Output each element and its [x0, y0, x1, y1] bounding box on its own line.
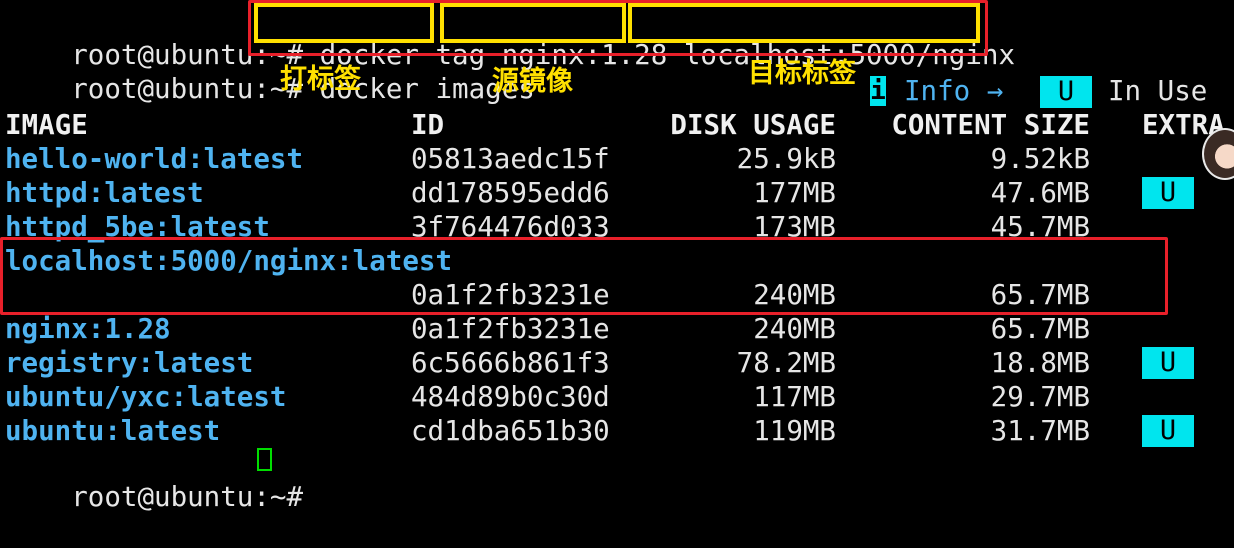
- command-line-prompt[interactable]: root@ubuntu:~#: [5, 446, 320, 513]
- table-row-image: nginx:1.28: [5, 313, 171, 345]
- col-header-disk-usage: DISK USAGE: [670, 109, 836, 141]
- highlight-command-red-box: [248, 0, 988, 56]
- table-row-content: 31.7MB: [990, 415, 1090, 447]
- table-row-disk: 119MB: [753, 415, 836, 447]
- terminal-window[interactable]: root@ubuntu:~# docker tag nginx:1.28 loc…: [0, 0, 1234, 513]
- annotation-target: 目标标签: [748, 58, 856, 89]
- avatar: [1202, 128, 1234, 180]
- table-row-disk: 78.2MB: [736, 347, 836, 379]
- table-row-image: registry:latest: [5, 347, 254, 379]
- legend-in-use-badge: U: [1040, 76, 1092, 108]
- table-row-disk: 177MB: [753, 177, 836, 209]
- annotation-tag: 打标签: [280, 64, 361, 95]
- table-row-content: 29.7MB: [990, 381, 1090, 413]
- legend-info-text: Info →: [904, 75, 1004, 107]
- table-row-content: 18.8MB: [990, 347, 1090, 379]
- annotation-source: 源镜像: [492, 66, 573, 97]
- terminal-cursor: [257, 448, 272, 471]
- col-header-content-size: CONTENT SIZE: [891, 109, 1090, 141]
- info-icon: i: [870, 76, 886, 106]
- table-row-id: cd1dba651b30: [411, 415, 610, 447]
- prompt: root@ubuntu:~#: [71, 481, 320, 513]
- in-use-badge: U: [1142, 415, 1194, 447]
- table-row-id: 05813aedc15f: [411, 143, 610, 175]
- table-row-disk: 240MB: [753, 313, 836, 345]
- table-row-id: 6c5666b861f3: [411, 347, 610, 379]
- table-row-id: 484d89b0c30d: [411, 381, 610, 413]
- table-row-content: 65.7MB: [990, 313, 1090, 345]
- table-row-image: httpd:latest: [5, 177, 204, 209]
- table-row-content: 9.52kB: [990, 143, 1090, 175]
- table-row-disk: 25.9kB: [736, 143, 836, 175]
- col-header-image: IMAGE: [5, 109, 88, 141]
- col-header-id: ID: [411, 109, 445, 141]
- table-row-image: hello-world:latest: [5, 143, 304, 175]
- in-use-badge: U: [1142, 177, 1194, 209]
- table-row-id: dd178595edd6: [411, 177, 610, 209]
- table-row-image: ubuntu:latest: [5, 415, 221, 447]
- table-row-disk: 117MB: [753, 381, 836, 413]
- table-row-image: ubuntu/yxc:latest: [5, 381, 287, 413]
- table-row-content: 47.6MB: [990, 177, 1090, 209]
- in-use-badge: U: [1142, 347, 1194, 379]
- legend-in-use-text: In Use: [1108, 75, 1208, 107]
- highlight-new-tag-red-box: [0, 237, 1168, 315]
- table-row-id: 0a1f2fb3231e: [411, 313, 610, 345]
